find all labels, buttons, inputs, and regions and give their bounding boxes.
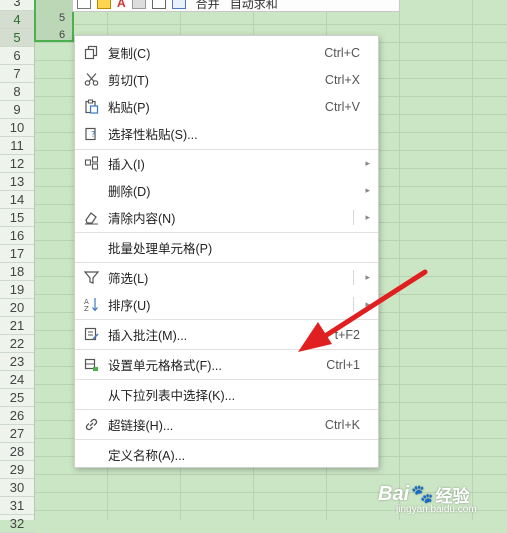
annotation-arrow [298, 269, 428, 352]
baidu-jingyan-watermark: Bai 🐾 经验 jingyan.baidu.com [378, 470, 504, 518]
watermark-url: jingyan.baidu.com [396, 504, 477, 515]
watermark-text: 经验 [435, 486, 470, 506]
watermark-brand: Bai [378, 482, 410, 505]
paw-icon: 🐾 [411, 483, 434, 504]
